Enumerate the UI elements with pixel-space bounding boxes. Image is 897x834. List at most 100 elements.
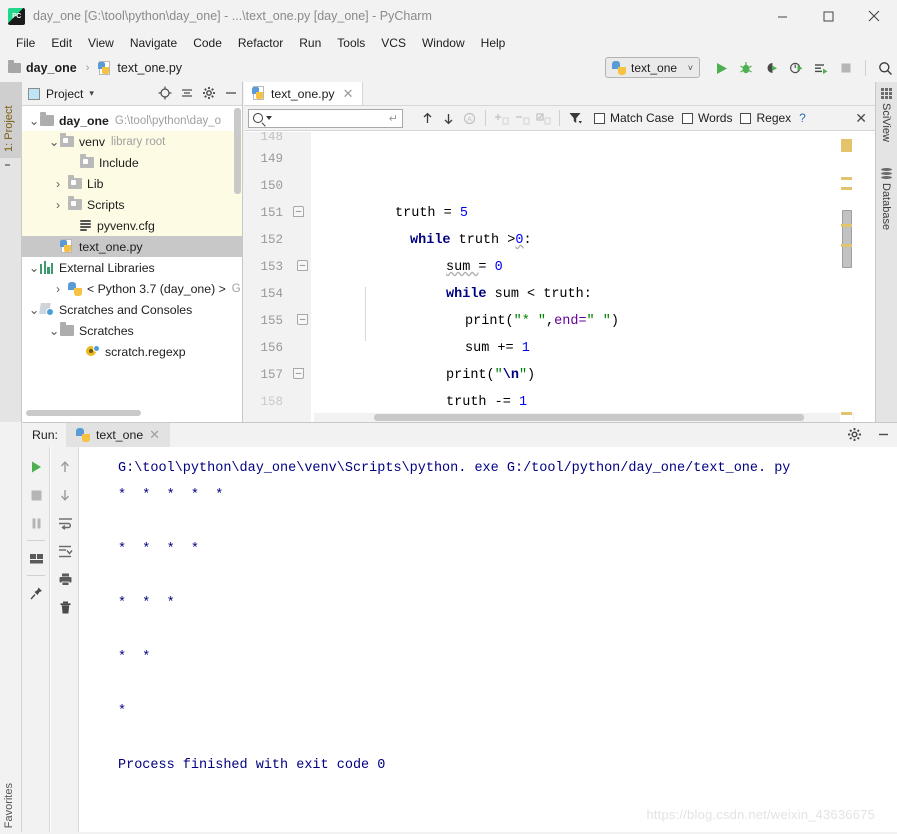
- breadcrumb-project[interactable]: day_one: [26, 61, 77, 75]
- up-the-stack-trace-button[interactable]: [51, 453, 79, 481]
- filter-icon[interactable]: [565, 108, 586, 129]
- debug-button[interactable]: [735, 57, 757, 79]
- tree-item-scratches-and-consoles[interactable]: ⌄ Scratches and Consoles: [22, 299, 242, 320]
- editor-horizontal-scrollbar[interactable]: [314, 413, 854, 422]
- tree-item-python-37[interactable]: › < Python 3.7 (day_one) > G: [22, 278, 242, 299]
- chevron-down-icon[interactable]: ⌄: [48, 135, 60, 149]
- search-everywhere-button[interactable]: [874, 57, 896, 79]
- chevron-down-icon[interactable]: ⌄: [28, 261, 40, 275]
- menu-item-code[interactable]: Code: [185, 34, 230, 52]
- inspection-marker[interactable]: [841, 412, 852, 415]
- menu-item-vcs[interactable]: VCS: [373, 34, 414, 52]
- run-with-console-button[interactable]: [810, 57, 832, 79]
- code-editor[interactable]: 148 149 150 151 152 153 154 155 156 157 …: [244, 132, 875, 422]
- maximize-button[interactable]: [805, 0, 851, 32]
- find-previous-icon[interactable]: [417, 108, 438, 129]
- down-the-stack-trace-button[interactable]: [51, 481, 79, 509]
- profile-button[interactable]: [785, 57, 807, 79]
- project-panel-horizontal-scrollbar[interactable]: [22, 409, 243, 417]
- inspection-marker[interactable]: [841, 139, 852, 152]
- console-output[interactable]: G:\tool\python\day_one\venv\Scripts\pyth…: [80, 447, 897, 834]
- tree-item-include[interactable]: Include: [22, 152, 242, 173]
- chevron-right-icon[interactable]: ›: [48, 198, 68, 212]
- hide-panel-icon[interactable]: [876, 427, 891, 445]
- tree-item-scratches[interactable]: ⌄ Scratches: [22, 320, 242, 341]
- settings-gear-icon[interactable]: [202, 86, 216, 103]
- chevron-right-icon[interactable]: ›: [48, 282, 68, 296]
- tree-item-pyvenv-cfg[interactable]: pyvenv.cfg: [22, 215, 242, 236]
- project-panel-title[interactable]: Project: [46, 87, 83, 101]
- run-button[interactable]: [710, 57, 732, 79]
- settings-gear-icon[interactable]: [847, 427, 862, 445]
- tree-item-external-libraries[interactable]: ⌄ External Libraries: [22, 257, 242, 278]
- menu-item-edit[interactable]: Edit: [43, 34, 80, 52]
- menu-item-view[interactable]: View: [80, 34, 122, 52]
- tree-item-text-one-py[interactable]: text_one.py: [22, 236, 242, 257]
- tree-item-scripts[interactable]: › Scripts: [22, 194, 242, 215]
- menu-item-run[interactable]: Run: [291, 34, 329, 52]
- close-find-bar-icon[interactable]: ✕: [855, 110, 867, 127]
- help-link[interactable]: ?: [799, 111, 806, 125]
- find-next-icon[interactable]: [438, 108, 459, 129]
- menu-item-tools[interactable]: Tools: [329, 34, 373, 52]
- inspection-marker[interactable]: [841, 244, 852, 247]
- scroll-to-end-button[interactable]: [51, 537, 79, 565]
- menu-item-file[interactable]: File: [8, 34, 43, 52]
- stop-button[interactable]: [22, 481, 50, 509]
- chevron-down-icon[interactable]: ⌄: [28, 303, 40, 317]
- breadcrumb-file[interactable]: text_one.py: [117, 61, 182, 75]
- fold-marker-icon[interactable]: –: [293, 206, 304, 217]
- hide-panel-icon[interactable]: [224, 86, 238, 103]
- select-all-occurrences-icon[interactable]: A: [459, 108, 480, 129]
- menu-item-refactor[interactable]: Refactor: [230, 34, 291, 52]
- run-coverage-button[interactable]: [760, 57, 782, 79]
- words-checkbox[interactable]: Words: [682, 111, 732, 125]
- collapse-all-icon[interactable]: [180, 86, 194, 103]
- layout-button[interactable]: [22, 544, 50, 572]
- search-input[interactable]: ↵: [248, 108, 403, 128]
- sidebar-tab-project[interactable]: 1: Project: [0, 82, 22, 158]
- sidebar-tab-sciview[interactable]: SciView: [876, 82, 896, 148]
- close-icon[interactable]: ✕: [149, 427, 160, 443]
- rerun-button[interactable]: [22, 453, 50, 481]
- run-tab-text-one[interactable]: text_one ✕: [65, 422, 171, 448]
- pin-tab-button[interactable]: [22, 579, 50, 607]
- fold-marker-icon[interactable]: –: [297, 260, 308, 271]
- chevron-down-icon[interactable]: ▾: [89, 88, 94, 99]
- menu-item-help[interactable]: Help: [473, 34, 514, 52]
- sidebar-tab-favorites[interactable]: Favorites: [3, 783, 15, 828]
- regex-checkbox[interactable]: Regex: [740, 111, 791, 125]
- chevron-down-icon[interactable]: [266, 116, 272, 120]
- editor-vertical-scrollbar[interactable]: [840, 132, 853, 422]
- stop-button[interactable]: [835, 57, 857, 79]
- clear-all-button[interactable]: [51, 593, 79, 621]
- remove-selection-icon[interactable]: [512, 108, 533, 129]
- tree-item-scratch-regexp[interactable]: scratch.regexp: [22, 341, 242, 362]
- chevron-down-icon[interactable]: ⌄: [28, 114, 40, 128]
- menu-item-navigate[interactable]: Navigate: [122, 34, 185, 52]
- locate-icon[interactable]: [158, 86, 172, 103]
- inspection-marker[interactable]: [841, 177, 852, 180]
- pause-button[interactable]: [22, 509, 50, 537]
- run-configuration-selector[interactable]: text_one ˅: [605, 57, 700, 78]
- fold-marker-icon[interactable]: –: [293, 368, 304, 379]
- soft-wrap-button[interactable]: [51, 509, 79, 537]
- chevron-right-icon[interactable]: ›: [48, 177, 68, 191]
- editor-tab-text-one-py[interactable]: text_one.py ✕: [244, 82, 363, 105]
- minimize-button[interactable]: [759, 0, 805, 32]
- sidebar-tab-database[interactable]: Database: [876, 162, 896, 236]
- select-all-icon[interactable]: [533, 108, 554, 129]
- close-button[interactable]: [851, 0, 897, 32]
- fold-marker-icon[interactable]: –: [297, 314, 308, 325]
- tree-item-day-one[interactable]: ⌄ day_one G:\tool\python\day_o: [22, 110, 242, 131]
- project-panel-vertical-scrollbar[interactable]: [233, 106, 242, 406]
- inspection-marker[interactable]: [841, 187, 852, 190]
- close-icon[interactable]: ✕: [343, 86, 354, 102]
- inspection-marker[interactable]: [841, 224, 852, 227]
- tree-item-lib[interactable]: › Lib: [22, 173, 242, 194]
- menu-item-window[interactable]: Window: [414, 34, 473, 52]
- chevron-down-icon[interactable]: ⌄: [48, 324, 60, 338]
- match-case-checkbox[interactable]: Match Case: [594, 111, 674, 125]
- print-button[interactable]: [51, 565, 79, 593]
- add-selection-icon[interactable]: [491, 108, 512, 129]
